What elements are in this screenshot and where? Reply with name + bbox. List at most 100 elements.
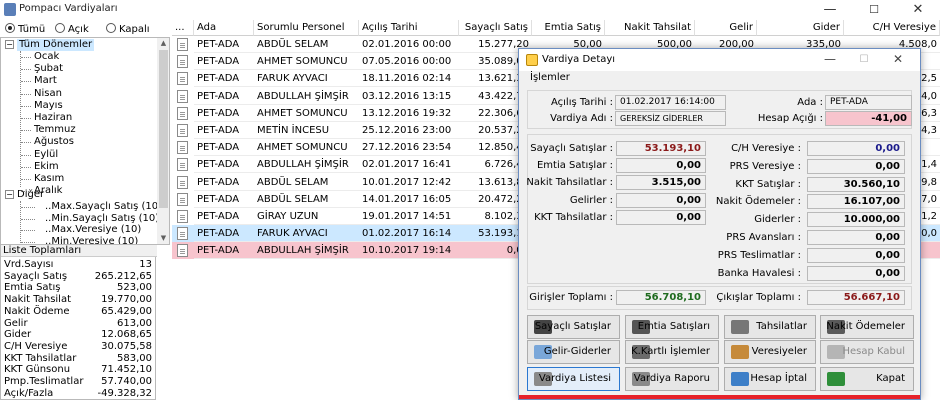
emtia-satışları-button[interactable]: Emtia Satışları	[625, 315, 719, 339]
totals-row: Nakit Tahsilat 19.770,00	[4, 294, 152, 306]
tahsilatlar-button[interactable]: Tahsilatlar	[724, 315, 816, 339]
kapat-button[interactable]: Kapat	[820, 367, 914, 391]
scroll-thumb[interactable]	[159, 50, 168, 208]
radio-all[interactable]: Tümü	[5, 23, 45, 35]
girisler-field[interactable]: 56.708,10	[616, 290, 706, 305]
document-icon	[177, 38, 188, 51]
menu-islemler[interactable]: İşlemler	[530, 72, 570, 83]
vardiya-raporu-button[interactable]: Vardiya Raporu	[625, 367, 719, 391]
column-header[interactable]: Gider	[757, 20, 844, 36]
column-header[interactable]: Nakit Tahsilat	[605, 20, 695, 36]
hesap-i-ptal-button[interactable]: Hesap İptal	[724, 367, 816, 391]
totals-value: 583,00	[117, 352, 152, 364]
totals-value: 13	[139, 259, 152, 270]
left-value-2[interactable]: 3.515,00	[616, 175, 706, 191]
cell-personel: GİRAY UZUN	[254, 208, 359, 225]
vardiya-field[interactable]: GEREKSİZ GİDERLER	[615, 111, 726, 126]
cell-ada: PET-ADA	[194, 88, 254, 105]
left-value-3[interactable]: 0,00	[616, 192, 706, 208]
k-kartlı-i-şlemler-button[interactable]: K.Kartlı İşlemler	[625, 340, 719, 364]
vardiya-label: Vardiya Adı :	[550, 113, 613, 124]
tree-other-item-2[interactable]: ..Max.Veresiye (10)	[45, 224, 141, 236]
row-icon-cell	[172, 191, 194, 208]
window-title: Pompacı Vardiyaları	[19, 3, 118, 14]
cell-personel: AHMET SOMUNCU	[254, 139, 359, 157]
hesap-field[interactable]: -41,00	[825, 111, 912, 126]
tree-month-9[interactable]: Ekim	[34, 161, 59, 173]
tree-month-0[interactable]: Ocak	[34, 51, 59, 63]
tree-month-2[interactable]: Mart	[34, 75, 57, 87]
button-label: Sayaçlı Satışlar	[534, 321, 611, 332]
document-icon	[177, 227, 188, 241]
tree-month-4[interactable]: Mayıs	[34, 100, 63, 112]
column-header[interactable]: C/H Veresiye	[844, 20, 940, 36]
tree-collapse-icon[interactable]: −	[5, 39, 14, 51]
maximize-button[interactable]: ☐	[852, 0, 896, 20]
tree-other[interactable]: Diğer	[17, 189, 44, 201]
cell-personel: FARUK AYVACI	[254, 70, 359, 88]
column-header[interactable]: Açılış Tarihi	[359, 20, 459, 36]
cell-personel: ABDULLAH ŞİMŞİR	[254, 242, 359, 260]
scroll-up-icon[interactable]: ▲	[157, 38, 169, 49]
left-value-0[interactable]: 53.193,10	[616, 141, 706, 156]
tree-root[interactable]: Tüm Dönemler	[17, 39, 95, 51]
totals-label: KKT Tahsilatlar	[4, 352, 77, 364]
tree-month-5[interactable]: Haziran	[34, 112, 72, 124]
tree-month-3[interactable]: Nisan	[34, 88, 62, 100]
right-label-6: PRS Teslimatlar :	[717, 249, 801, 261]
radio-closed[interactable]: Kapalı	[106, 23, 150, 35]
cikislar-label: Çıkışlar Toplamı :	[716, 292, 801, 303]
right-label-5: PRS Avansları :	[726, 232, 801, 243]
tree-month-10[interactable]: Kasım	[34, 173, 64, 185]
vardiya-listesi-button[interactable]: Vardiya Listesi	[527, 367, 620, 391]
column-header[interactable]: ...	[172, 20, 194, 36]
hesap-kabul-button[interactable]: Hesap Kabul	[820, 340, 914, 364]
tree-collapse-icon[interactable]: −	[5, 189, 14, 201]
left-value-1[interactable]: 0,00	[616, 158, 706, 174]
button-label: Hesap İptal	[750, 373, 807, 384]
tree-month-7[interactable]: Ağustos	[34, 136, 74, 148]
dialog-maximize-button[interactable]: ☐	[850, 49, 878, 71]
tree-other-item-0[interactable]: ..Max.Sayaçlı Satış (10)	[45, 201, 162, 213]
left-value-4[interactable]: 0,00	[616, 209, 706, 225]
document-icon	[177, 244, 188, 258]
totals-label: Nakit Ödeme	[4, 305, 70, 317]
tree-month-1[interactable]: Şubat	[34, 63, 63, 75]
scroll-down-icon[interactable]: ▼	[157, 233, 169, 244]
close-button[interactable]: ✕	[896, 0, 940, 20]
column-header[interactable]: Ada	[194, 20, 254, 36]
radio-label: Tümü	[18, 24, 46, 35]
right-value-3[interactable]: 16.107,00	[807, 194, 905, 210]
radio-open[interactable]: Açık	[55, 23, 89, 35]
dialog-minimize-button[interactable]: —	[816, 49, 844, 71]
cikislar-field[interactable]: 56.667,10	[807, 290, 905, 305]
ada-field[interactable]: PET-ADA	[825, 95, 912, 110]
tree-month-6[interactable]: Temmuz	[34, 124, 76, 136]
tree-scrollbar[interactable]: ▲ ▼	[157, 38, 169, 244]
acilis-field[interactable]: 01.02.2017 16:14:00	[615, 95, 726, 110]
minimize-button[interactable]: —	[808, 0, 852, 20]
right-value-4[interactable]: 10.000,00	[807, 212, 905, 228]
right-value-5[interactable]: 0,00	[807, 230, 905, 245]
column-header[interactable]: Sorumlu Personel	[254, 20, 359, 36]
tree-other-item-1[interactable]: ..Min.Sayaçlı Satış (10)	[45, 213, 159, 225]
right-value-1[interactable]: 0,00	[807, 158, 905, 174]
veresiyeler-button[interactable]: Veresiyeler	[724, 340, 816, 364]
dialog-close-button[interactable]: ✕	[884, 49, 912, 71]
nakit-ödemeler-button[interactable]: Nakit Ödemeler	[820, 315, 914, 339]
right-value-0[interactable]: 0,00	[807, 141, 905, 156]
cell-tarih: 13.12.2016 19:32	[359, 105, 459, 122]
exit-icon	[827, 372, 845, 386]
column-header[interactable]: Sayaçlı Satış	[459, 20, 532, 36]
sayaçlı-satışlar-button[interactable]: Sayaçlı Satışlar	[527, 315, 620, 339]
right-value-7[interactable]: 0,00	[807, 265, 905, 281]
button-label: Gelir-Giderler	[543, 346, 611, 357]
cell-personel: AHMET SOMUNCU	[254, 53, 359, 71]
column-header[interactable]: Gelir	[695, 20, 757, 36]
column-header[interactable]: Emtia Satış	[532, 20, 605, 36]
right-value-6[interactable]: 0,00	[807, 247, 905, 263]
tree-other-item-3[interactable]: ..Min.Veresiye (10)	[45, 236, 138, 245]
right-value-2[interactable]: 30.560,10	[807, 176, 905, 192]
tree-month-8[interactable]: Eylül	[34, 149, 58, 161]
gelir-giderler-button[interactable]: Gelir-Giderler	[527, 340, 620, 364]
